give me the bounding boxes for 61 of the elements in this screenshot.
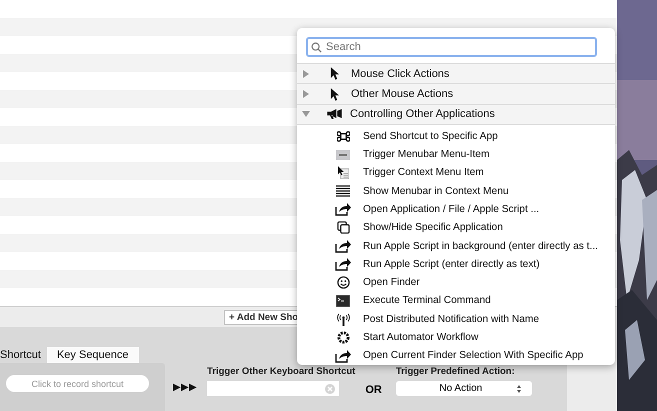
action-label: Open Finder <box>363 277 420 288</box>
action-item[interactable]: Run Apple Script in background (enter directly as t... <box>297 236 615 256</box>
action-dropdown[interactable]: No Action <box>396 381 532 396</box>
action-item[interactable]: Execute Terminal Command <box>297 292 615 310</box>
category-row[interactable]: Mouse Click Actions <box>297 63 615 84</box>
smiley-icon <box>336 276 350 290</box>
action-label: Run Apple Script in background (enter directly as t... <box>363 240 598 252</box>
gear-icon <box>336 331 350 344</box>
action-item[interactable]: Trigger Context Menu Item <box>297 164 615 182</box>
expand-triangle-icon[interactable] <box>302 70 310 78</box>
action-item[interactable]: Open Current Finder Selection With Specific App <box>297 346 615 365</box>
category-row[interactable]: Controlling Other Applications <box>297 104 615 124</box>
action-item[interactable]: Show/Hide Specific Application <box>297 218 615 237</box>
action-label: Send Shortcut to Specific App <box>363 130 498 142</box>
share-icon <box>335 257 351 272</box>
action-item[interactable]: Trigger Menubar Menu-Item <box>297 145 615 164</box>
share-icon <box>335 202 351 216</box>
category-label: Controlling Other Applications <box>350 108 495 120</box>
field-label: Trigger Predefined Action: <box>396 366 516 377</box>
antenna-icon <box>336 312 350 326</box>
action-item[interactable]: Run Apple Script (enter directly as text) <box>297 255 615 274</box>
action-label: Show/Hide Specific Application <box>363 222 503 234</box>
action-label: Execute Terminal Command <box>363 295 491 306</box>
command-key-icon <box>336 130 350 143</box>
pointer-icon <box>330 67 339 80</box>
arrow-glyphs: ▶▶▶ <box>173 381 197 393</box>
action-label: Open Current Finder Selection With Specific App <box>363 350 584 362</box>
category-label: Other Mouse Actions <box>351 88 454 100</box>
expand-triangle-icon[interactable] <box>302 90 310 98</box>
action-label: Open Application / File / Apple Script ... <box>363 204 540 215</box>
action-label: Start Automator Workflow <box>363 332 478 344</box>
category-row[interactable]: Other Mouse Actions <box>297 83 615 104</box>
shortcut-field[interactable] <box>207 381 339 396</box>
action-label: Show Menubar in Context Menu <box>363 186 509 197</box>
action-item[interactable]: Send Shortcut to Specific App <box>297 127 615 146</box>
windows-icon <box>336 221 350 234</box>
action-item[interactable]: Open Finder <box>297 274 615 292</box>
share-icon <box>335 239 351 254</box>
action-item[interactable]: Open Application / File / Apple Script ... <box>297 200 615 219</box>
tab[interactable]: Key Sequence <box>46 347 139 363</box>
stepper-arrows-icon <box>516 384 522 394</box>
pointer-icon <box>330 88 339 101</box>
terminal-icon <box>336 294 350 307</box>
share-icon <box>335 348 351 363</box>
field-label: Trigger Other Keyboard Shortcut <box>207 366 356 377</box>
megaphone-icon <box>327 109 342 120</box>
action-label: Run Apple Script (enter directly as text) <box>363 258 540 270</box>
action-label: Trigger Context Menu Item <box>363 167 484 178</box>
action-item[interactable]: Show Menubar in Context Menu <box>297 182 615 200</box>
clear-icon[interactable] <box>325 384 335 394</box>
action-item[interactable]: Start Automator Workflow <box>297 328 615 347</box>
lines-icon <box>336 185 350 198</box>
collapse-triangle-icon[interactable] <box>302 110 310 118</box>
search-field[interactable]: Search <box>306 37 597 57</box>
or-label: OR <box>365 384 382 396</box>
context-menu-icon <box>338 166 348 180</box>
menu-item-icon <box>336 150 350 160</box>
tab[interactable]: Shortcut <box>0 347 47 363</box>
action-label: Trigger Menubar Menu-Item <box>363 149 490 160</box>
action-label: Post Distributed Notification with Name <box>363 314 540 325</box>
category-label: Mouse Click Actions <box>351 68 450 80</box>
